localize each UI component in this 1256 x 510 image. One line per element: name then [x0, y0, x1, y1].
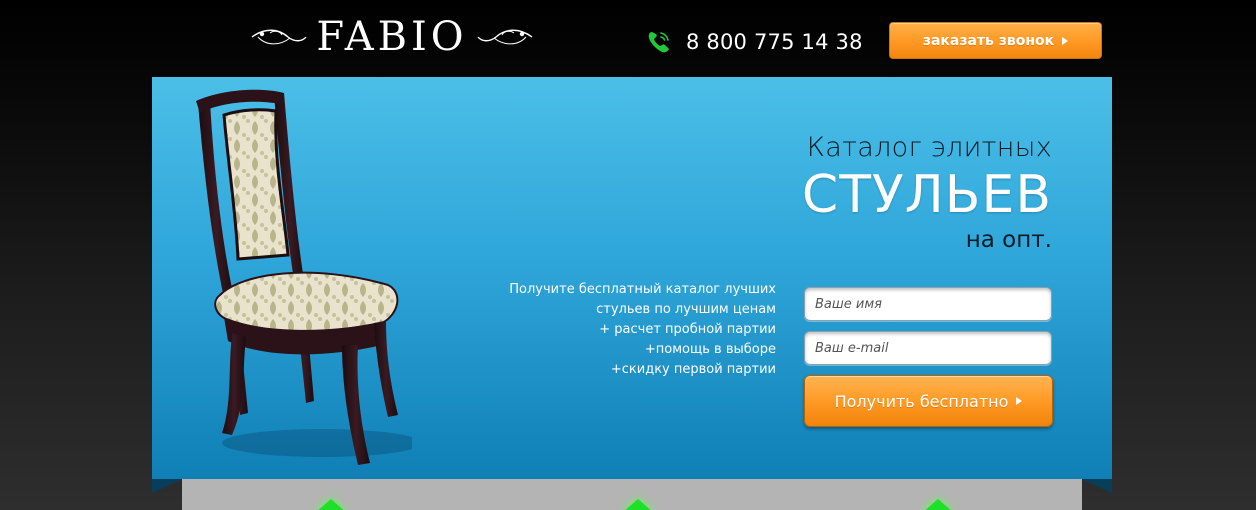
hero-title-line3: на опт. [965, 227, 1052, 253]
left-flourish-icon [252, 29, 307, 45]
site-header: FABIO 8 800 775 14 38 заказать звонок [0, 0, 1256, 77]
next-section [182, 479, 1082, 510]
submit-button-label: Получить бесплатно [834, 391, 1009, 411]
email-input[interactable] [804, 331, 1052, 365]
chair-image [196, 89, 412, 465]
get-free-catalog-button[interactable]: Получить бесплатно [804, 375, 1053, 427]
ribbon-fold-left [152, 479, 182, 493]
arrow-right-icon [1016, 397, 1023, 405]
phone-contact[interactable]: 8 800 775 14 38 [646, 24, 863, 60]
logo-text: FABIO [316, 14, 468, 60]
callback-button-label: заказать звонок [922, 32, 1055, 49]
hero-title-main: СТУЛЬЕВ [801, 165, 1052, 225]
hero-banner: Каталог элитных СТУЛЬЕВ на опт. Получите… [152, 77, 1112, 479]
green-marker-icon [315, 499, 347, 510]
phone-icon [648, 32, 669, 53]
ribbon-fold-right [1082, 479, 1112, 493]
green-marker-icon [622, 499, 654, 510]
benefit-item: +скидку первой партии [610, 362, 776, 377]
benefits-list: Получите бесплатный каталог лучших стуль… [496, 280, 776, 380]
request-callback-button[interactable]: заказать звонок [889, 22, 1102, 59]
green-marker-icon [922, 499, 954, 510]
hero-title-line1: Каталог элитных [806, 132, 1052, 163]
right-flourish-icon [477, 29, 532, 45]
benefit-item: стульев по лучшим ценам [596, 302, 776, 317]
name-input[interactable] [804, 287, 1052, 321]
benefit-item: + расчет пробной партии [599, 322, 776, 337]
benefit-item: +помощь в выборе [644, 342, 776, 357]
phone-number: 8 800 775 14 38 [686, 30, 863, 54]
brand-logo[interactable]: FABIO [244, 12, 540, 62]
arrow-right-icon [1062, 36, 1069, 45]
benefit-item: Получите бесплатный каталог лучших [509, 282, 776, 297]
